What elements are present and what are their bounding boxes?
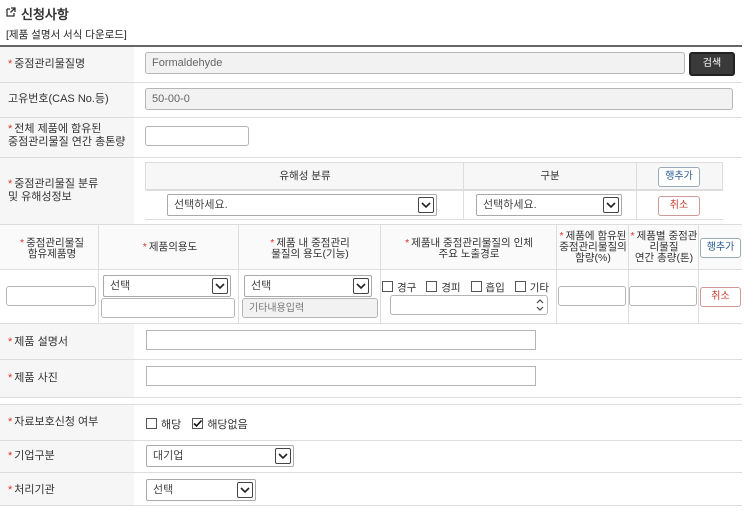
hazard-cancel-button[interactable]: 취소	[658, 196, 700, 216]
chevron-down-icon	[603, 197, 619, 213]
product-use-select[interactable]: 선택	[103, 275, 231, 297]
company-select[interactable]: 대기업	[146, 445, 294, 467]
product-cancel-button[interactable]: 취소	[700, 287, 741, 307]
substance-label: * 중점관리물질명	[8, 58, 86, 70]
hazard-table-bottom	[145, 219, 723, 220]
checkbox-icon	[426, 281, 438, 292]
description-input[interactable]	[146, 330, 536, 350]
product-col-name: * 중점관리물질 함유제품명	[19, 237, 85, 260]
substance-input[interactable]: Formaldehyde	[145, 52, 685, 74]
route-other-textarea[interactable]	[390, 295, 548, 315]
spinner-icon	[536, 297, 544, 313]
route-option-inhalation[interactable]: 흡입	[470, 281, 505, 294]
product-col-content: * 제품에 함유된 중점관리물질의 함량(%)	[559, 230, 627, 264]
hazard-col-type: 구분	[540, 170, 560, 182]
chevron-down-icon	[418, 197, 434, 213]
chevron-down-icon	[275, 448, 291, 464]
route-option-oral[interactable]: 경구	[382, 281, 416, 294]
protection-option-yes[interactable]: 해당	[146, 418, 181, 431]
protection-label: * 자료보호신청 여부	[8, 416, 99, 428]
checkbox-icon	[382, 281, 393, 292]
product-function-select[interactable]: 선택	[244, 275, 372, 297]
checkbox-icon	[146, 418, 157, 429]
product-name-input[interactable]	[6, 286, 96, 306]
product-col-route: * 제품내 중점관리물질의 인체 주요 노출경로	[405, 237, 533, 260]
route-option-dermal[interactable]: 경피	[426, 281, 461, 294]
product-annual-input[interactable]	[629, 286, 697, 306]
section-title: 신청사항	[21, 7, 69, 22]
description-label: * 제품 설명서	[8, 336, 68, 348]
product-col-annual: * 제품별 중점관 리물질 연간 총량(톤)	[630, 230, 698, 264]
product-col-use: * 제품의용도	[142, 241, 198, 253]
product-function-other-input[interactable]: 기타내용입력	[242, 298, 378, 318]
route-checkbox-group: 경구 경피 흡입 기타	[382, 280, 554, 295]
hazard-add-row-button[interactable]: 행추가	[658, 167, 700, 187]
chevron-down-icon	[237, 482, 253, 498]
product-add-row-button[interactable]: 행추가	[700, 238, 741, 258]
hazard-class-select[interactable]: 선택하세요.	[167, 194, 437, 216]
cas-input[interactable]: 50-00-0	[145, 88, 733, 110]
section-divider	[0, 397, 742, 405]
chevron-down-icon	[353, 278, 369, 294]
protection-options: 해당 해당없음	[146, 416, 248, 432]
cas-label: 고유번호(CAS No.등)	[8, 93, 109, 105]
search-button[interactable]: 검색	[689, 52, 735, 76]
checkbox-icon	[514, 281, 526, 292]
external-link-icon	[6, 7, 16, 17]
hazard-label: * 중점관리물질 분류 및 유해성정보	[8, 178, 99, 203]
hazard-col-class: 유해성 분류	[279, 170, 331, 182]
chevron-down-icon	[212, 278, 228, 294]
product-use-other-input[interactable]	[101, 298, 235, 318]
protection-option-no[interactable]: 해당없음	[192, 418, 248, 431]
product-col-function: * 제품 내 중점관리 물질의 용도(기능)	[270, 237, 350, 260]
checkbox-icon	[470, 281, 482, 292]
checkbox-checked-icon	[192, 418, 204, 429]
total-input[interactable]	[145, 126, 249, 146]
hazard-type-select[interactable]: 선택하세요.	[476, 194, 622, 216]
company-label: * 기업구분	[8, 450, 55, 462]
agency-select[interactable]: 선택	[146, 479, 256, 501]
route-option-other[interactable]: 기타	[514, 281, 549, 294]
download-template-link[interactable]: [제품 설명서 서식 다운로드]	[6, 27, 127, 42]
total-label: * 전체 제품에 함유된 중점관리물질 연간 총톤량	[8, 123, 126, 148]
photo-label: * 제품 사진	[8, 372, 58, 384]
product-content-input[interactable]	[558, 286, 626, 306]
photo-input[interactable]	[146, 366, 536, 386]
agency-label: * 처리기관	[8, 484, 55, 496]
